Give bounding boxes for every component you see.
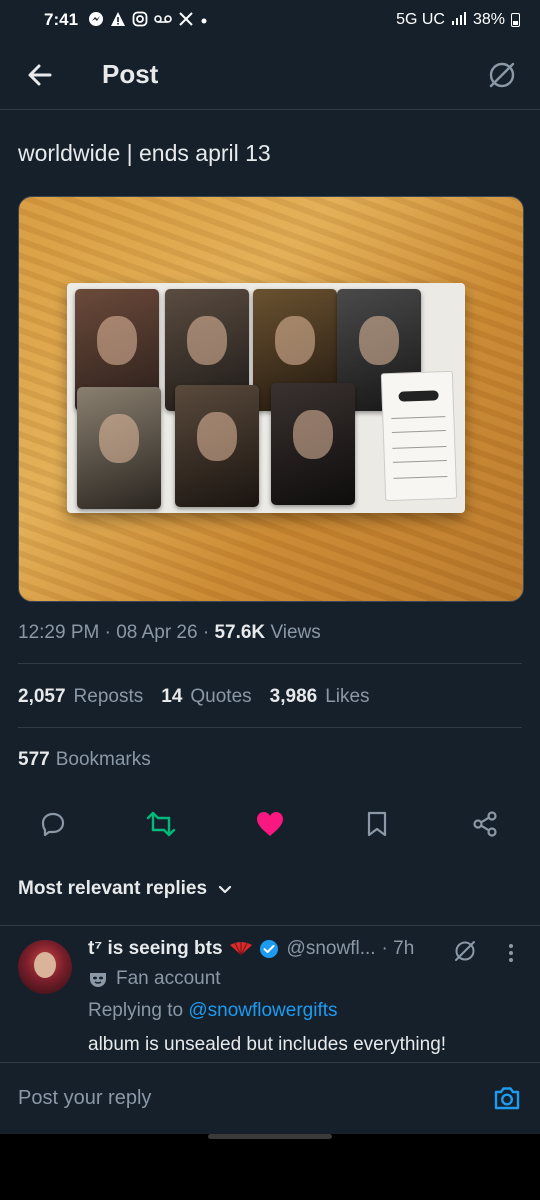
repost-icon [146, 811, 176, 837]
replies-filter-label: Most relevant replies [18, 878, 208, 899]
voicemail-icon [154, 12, 172, 28]
photocard [175, 385, 259, 507]
quotes-stat[interactable]: 14 Quotes [161, 686, 251, 708]
replying-prefix: Replying to [88, 1000, 184, 1021]
more-vertical-icon [509, 944, 513, 962]
replying-to-link[interactable]: @snowflowergifts [188, 1000, 337, 1021]
grok-icon [489, 62, 515, 87]
grok-icon [455, 941, 475, 961]
views-label[interactable]: Views [270, 622, 320, 643]
post-date: 08 Apr 26 [116, 622, 198, 643]
post-meta: 12:29 PM · 08 Apr 26 · 57.6K Views [18, 622, 321, 643]
divider [18, 727, 522, 728]
fan-emoji-icon [229, 941, 253, 957]
back-arrow-icon [28, 64, 52, 85]
battery-label: 38% [472, 11, 505, 28]
chevron-down-icon [218, 885, 232, 894]
reply-author-handle[interactable]: @snowfl... [287, 938, 376, 960]
share-icon [473, 811, 497, 837]
reply-header: t⁷ is seeing bts @snowfl... · 7h [88, 938, 414, 960]
dot-icon [200, 12, 208, 28]
bookmarks-count: 577 [18, 749, 50, 770]
camera-button[interactable] [492, 1083, 522, 1113]
system-nav-bar [0, 1134, 540, 1200]
reposts-label: Reposts [73, 686, 144, 707]
likes-label: Likes [325, 686, 370, 707]
reply-composer: Post your reply [0, 1062, 540, 1134]
likes-count: 3,986 [269, 686, 318, 707]
avatar[interactable] [18, 940, 72, 994]
account-label: Fan account [88, 968, 221, 990]
page-title: Post [102, 59, 159, 89]
action-bar [0, 800, 540, 848]
warning-icon [110, 11, 126, 30]
network-label: 5G UC [396, 11, 445, 28]
reply-item[interactable]: t⁷ is seeing bts @snowfl... · 7h Fan acc… [0, 928, 540, 1062]
status-time: 7:41 [44, 10, 79, 29]
reply-icon [41, 812, 65, 837]
grok-button[interactable] [482, 55, 522, 95]
more-options-button[interactable] [498, 940, 524, 966]
divider [0, 925, 540, 926]
account-label-text: Fan account [116, 968, 221, 989]
top-bar: Post [0, 40, 540, 110]
photocard [271, 383, 355, 505]
reply-input[interactable]: Post your reply [18, 1087, 151, 1110]
messenger-icon [88, 11, 104, 30]
verified-badge-icon [259, 939, 279, 959]
replies-filter[interactable]: Most relevant replies [18, 878, 233, 900]
bookmarks-stat[interactable]: 577 Bookmarks [18, 749, 151, 771]
reply-text: album is unsealed but includes everythin… [88, 1034, 447, 1055]
camera-icon [494, 1087, 520, 1110]
x-logo-icon [178, 11, 194, 30]
post-text: worldwide | ends april 13 [18, 140, 271, 166]
repost-button[interactable] [141, 804, 181, 844]
back-button[interactable] [12, 47, 68, 103]
bookmark-icon [367, 811, 387, 837]
reply-button[interactable] [33, 804, 73, 844]
like-button[interactable] [250, 804, 290, 844]
reply-author-name[interactable]: t⁷ is seeing bts [88, 938, 223, 960]
photocard [77, 387, 161, 509]
home-indicator[interactable] [208, 1134, 332, 1139]
views-count: 57.6K [214, 622, 266, 643]
likes-stat[interactable]: 3,986 Likes [270, 686, 370, 708]
battery-icon [511, 13, 520, 27]
post-time: 12:29 PM [18, 622, 100, 643]
quotes-label: Quotes [190, 686, 252, 707]
heart-icon [257, 812, 283, 836]
share-button[interactable] [465, 804, 505, 844]
reposts-count: 2,057 [18, 686, 66, 707]
signal-icon [451, 11, 467, 30]
album-info-card [380, 370, 458, 502]
notification-icons [88, 11, 208, 30]
quotes-count: 14 [161, 686, 183, 707]
album-logo [398, 390, 439, 402]
replying-to: Replying to @snowflowergifts [88, 1000, 338, 1022]
post-image[interactable] [18, 196, 524, 602]
divider [18, 663, 522, 664]
status-right: 5G UC 38% [396, 11, 520, 30]
post-stats: 2,057 Reposts 14 Quotes 3,986 Likes [18, 686, 370, 708]
status-bar: 7:41 5G UC 38% [0, 0, 540, 40]
reposts-stat[interactable]: 2,057 Reposts [18, 686, 143, 708]
bookmarks-label: Bookmarks [55, 749, 151, 770]
instagram-icon [132, 11, 148, 30]
mask-icon [90, 973, 106, 987]
bookmark-button[interactable] [357, 804, 397, 844]
reply-time: · 7h [381, 938, 415, 959]
reply-grok-button[interactable] [452, 938, 478, 964]
